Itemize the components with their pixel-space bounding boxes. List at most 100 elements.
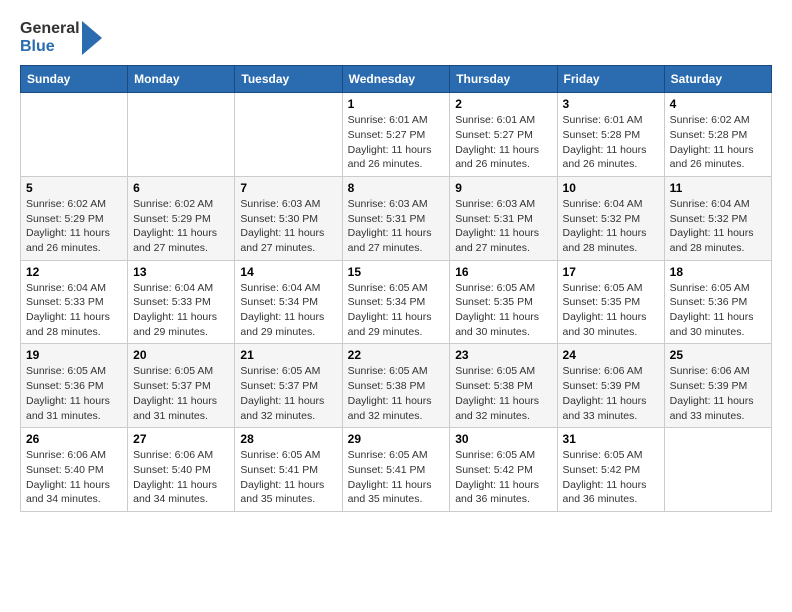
- day-header-friday: Friday: [557, 66, 664, 93]
- day-info: Sunrise: 6:01 AMSunset: 5:28 PMDaylight:…: [563, 113, 659, 172]
- day-info: Sunrise: 6:04 AMSunset: 5:32 PMDaylight:…: [670, 197, 766, 256]
- day-number: 13: [133, 265, 229, 279]
- calendar-cell: [128, 93, 235, 177]
- calendar-week-1: 1 Sunrise: 6:01 AMSunset: 5:27 PMDaylight…: [21, 93, 772, 177]
- day-number: 12: [26, 265, 122, 279]
- day-info: Sunrise: 6:05 AMSunset: 5:41 PMDaylight:…: [240, 448, 336, 507]
- calendar-week-4: 19 Sunrise: 6:05 AMSunset: 5:36 PMDayligh…: [21, 344, 772, 428]
- day-number: 17: [563, 265, 659, 279]
- day-info: Sunrise: 6:02 AMSunset: 5:29 PMDaylight:…: [26, 197, 122, 256]
- calendar-cell: [21, 93, 128, 177]
- day-number: 9: [455, 181, 551, 195]
- day-number: 10: [563, 181, 659, 195]
- day-info: Sunrise: 6:01 AMSunset: 5:27 PMDaylight:…: [455, 113, 551, 172]
- day-number: 18: [670, 265, 766, 279]
- day-number: 27: [133, 432, 229, 446]
- calendar-week-5: 26 Sunrise: 6:06 AMSunset: 5:40 PMDayligh…: [21, 428, 772, 512]
- calendar-header-row: SundayMondayTuesdayWednesdayThursdayFrid…: [21, 66, 772, 93]
- calendar-week-3: 12 Sunrise: 6:04 AMSunset: 5:33 PMDayligh…: [21, 260, 772, 344]
- calendar-cell: 11 Sunrise: 6:04 AMSunset: 5:32 PMDayligh…: [664, 176, 771, 260]
- day-info: Sunrise: 6:06 AMSunset: 5:39 PMDaylight:…: [563, 364, 659, 423]
- day-number: 20: [133, 348, 229, 362]
- calendar-cell: 25 Sunrise: 6:06 AMSunset: 5:39 PMDayligh…: [664, 344, 771, 428]
- day-number: 31: [563, 432, 659, 446]
- day-info: Sunrise: 6:03 AMSunset: 5:31 PMDaylight:…: [455, 197, 551, 256]
- day-info: Sunrise: 6:03 AMSunset: 5:31 PMDaylight:…: [348, 197, 445, 256]
- calendar-cell: 6 Sunrise: 6:02 AMSunset: 5:29 PMDaylight…: [128, 176, 235, 260]
- calendar-cell: 21 Sunrise: 6:05 AMSunset: 5:37 PMDayligh…: [235, 344, 342, 428]
- calendar-cell: 14 Sunrise: 6:04 AMSunset: 5:34 PMDayligh…: [235, 260, 342, 344]
- calendar-cell: 5 Sunrise: 6:02 AMSunset: 5:29 PMDaylight…: [21, 176, 128, 260]
- day-number: 11: [670, 181, 766, 195]
- logo: General Blue: [20, 20, 102, 55]
- day-number: 26: [26, 432, 122, 446]
- day-info: Sunrise: 6:05 AMSunset: 5:37 PMDaylight:…: [240, 364, 336, 423]
- day-number: 5: [26, 181, 122, 195]
- day-number: 8: [348, 181, 445, 195]
- day-info: Sunrise: 6:05 AMSunset: 5:37 PMDaylight:…: [133, 364, 229, 423]
- logo-chevron-icon: [82, 21, 102, 55]
- day-number: 21: [240, 348, 336, 362]
- day-number: 2: [455, 97, 551, 111]
- day-info: Sunrise: 6:05 AMSunset: 5:36 PMDaylight:…: [26, 364, 122, 423]
- day-number: 1: [348, 97, 445, 111]
- calendar-table: SundayMondayTuesdayWednesdayThursdayFrid…: [20, 65, 772, 512]
- day-number: 25: [670, 348, 766, 362]
- day-info: Sunrise: 6:06 AMSunset: 5:40 PMDaylight:…: [26, 448, 122, 507]
- day-info: Sunrise: 6:05 AMSunset: 5:38 PMDaylight:…: [455, 364, 551, 423]
- day-info: Sunrise: 6:05 AMSunset: 5:35 PMDaylight:…: [563, 281, 659, 340]
- calendar-cell: 29Sunrise: 6:05 AMSunset: 5:41 PMDayligh…: [342, 428, 450, 512]
- calendar-cell: 7 Sunrise: 6:03 AMSunset: 5:30 PMDaylight…: [235, 176, 342, 260]
- calendar-cell: 23 Sunrise: 6:05 AMSunset: 5:38 PMDayligh…: [450, 344, 557, 428]
- day-number: 19: [26, 348, 122, 362]
- day-info: Sunrise: 6:05 AMSunset: 5:42 PMDaylight:…: [563, 448, 659, 507]
- calendar-cell: 18Sunrise: 6:05 AMSunset: 5:36 PMDayligh…: [664, 260, 771, 344]
- day-number: 29: [348, 432, 445, 446]
- calendar-cell: 28Sunrise: 6:05 AMSunset: 5:41 PMDayligh…: [235, 428, 342, 512]
- calendar-cell: 30 Sunrise: 6:05 AMSunset: 5:42 PMDayligh…: [450, 428, 557, 512]
- calendar-cell: [235, 93, 342, 177]
- day-info: Sunrise: 6:03 AMSunset: 5:30 PMDaylight:…: [240, 197, 336, 256]
- day-info: Sunrise: 6:05 AMSunset: 5:34 PMDaylight:…: [348, 281, 445, 340]
- day-info: Sunrise: 6:06 AMSunset: 5:40 PMDaylight:…: [133, 448, 229, 507]
- day-info: Sunrise: 6:06 AMSunset: 5:39 PMDaylight:…: [670, 364, 766, 423]
- calendar-cell: 9 Sunrise: 6:03 AMSunset: 5:31 PMDaylight…: [450, 176, 557, 260]
- day-header-monday: Monday: [128, 66, 235, 93]
- day-header-sunday: Sunday: [21, 66, 128, 93]
- day-number: 23: [455, 348, 551, 362]
- day-number: 14: [240, 265, 336, 279]
- page-header: General Blue: [20, 20, 772, 55]
- calendar-cell: 3Sunrise: 6:01 AMSunset: 5:28 PMDaylight…: [557, 93, 664, 177]
- day-info: Sunrise: 6:04 AMSunset: 5:32 PMDaylight:…: [563, 197, 659, 256]
- day-number: 6: [133, 181, 229, 195]
- calendar-cell: 20 Sunrise: 6:05 AMSunset: 5:37 PMDayligh…: [128, 344, 235, 428]
- day-number: 15: [348, 265, 445, 279]
- calendar-cell: 10 Sunrise: 6:04 AMSunset: 5:32 PMDayligh…: [557, 176, 664, 260]
- calendar-cell: 4Sunrise: 6:02 AMSunset: 5:28 PMDaylight…: [664, 93, 771, 177]
- day-info: Sunrise: 6:05 AMSunset: 5:35 PMDaylight:…: [455, 281, 551, 340]
- day-number: 4: [670, 97, 766, 111]
- day-info: Sunrise: 6:04 AMSunset: 5:33 PMDaylight:…: [26, 281, 122, 340]
- calendar-cell: 16Sunrise: 6:05 AMSunset: 5:35 PMDayligh…: [450, 260, 557, 344]
- day-header-thursday: Thursday: [450, 66, 557, 93]
- day-info: Sunrise: 6:04 AMSunset: 5:34 PMDaylight:…: [240, 281, 336, 340]
- calendar-cell: 22 Sunrise: 6:05 AMSunset: 5:38 PMDayligh…: [342, 344, 450, 428]
- day-number: 24: [563, 348, 659, 362]
- day-info: Sunrise: 6:02 AMSunset: 5:29 PMDaylight:…: [133, 197, 229, 256]
- calendar-cell: 13Sunrise: 6:04 AMSunset: 5:33 PMDayligh…: [128, 260, 235, 344]
- calendar-cell: 2 Sunrise: 6:01 AMSunset: 5:27 PMDaylight…: [450, 93, 557, 177]
- calendar-cell: 17 Sunrise: 6:05 AMSunset: 5:35 PMDayligh…: [557, 260, 664, 344]
- calendar-cell: 26 Sunrise: 6:06 AMSunset: 5:40 PMDayligh…: [21, 428, 128, 512]
- day-header-wednesday: Wednesday: [342, 66, 450, 93]
- calendar-cell: 1Sunrise: 6:01 AMSunset: 5:27 PMDaylight…: [342, 93, 450, 177]
- logo-svg: General Blue: [20, 20, 102, 55]
- day-number: 7: [240, 181, 336, 195]
- day-header-tuesday: Tuesday: [235, 66, 342, 93]
- day-number: 30: [455, 432, 551, 446]
- calendar-cell: 24 Sunrise: 6:06 AMSunset: 5:39 PMDayligh…: [557, 344, 664, 428]
- day-number: 22: [348, 348, 445, 362]
- day-info: Sunrise: 6:05 AMSunset: 5:42 PMDaylight:…: [455, 448, 551, 507]
- calendar-cell: 8 Sunrise: 6:03 AMSunset: 5:31 PMDaylight…: [342, 176, 450, 260]
- day-header-saturday: Saturday: [664, 66, 771, 93]
- day-info: Sunrise: 6:05 AMSunset: 5:38 PMDaylight:…: [348, 364, 445, 423]
